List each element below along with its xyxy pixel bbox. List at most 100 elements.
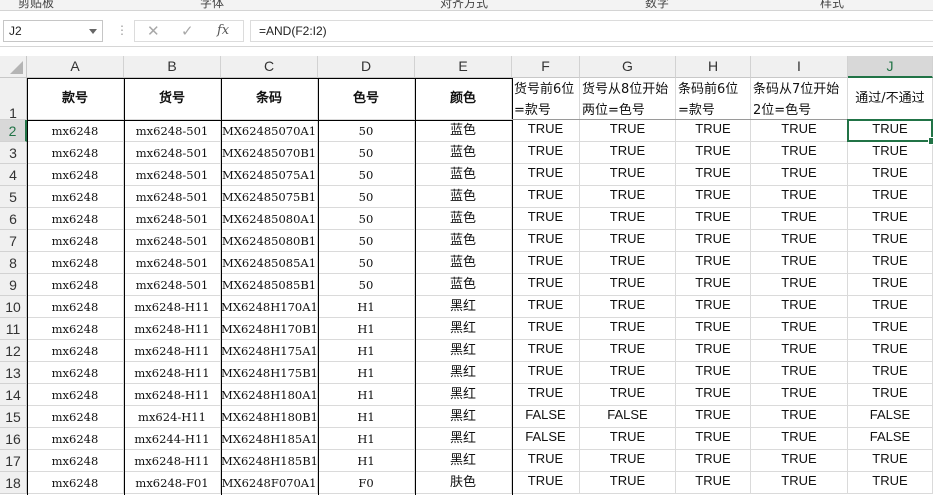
- cell-f2[interactable]: TRUE: [512, 120, 580, 142]
- cell-a8[interactable]: mx6248: [27, 252, 124, 274]
- cell-h15[interactable]: TRUE: [676, 406, 751, 428]
- chevron-down-icon[interactable]: [89, 29, 97, 34]
- cell-i13[interactable]: TRUE: [751, 362, 848, 384]
- cell-i14[interactable]: TRUE: [751, 384, 848, 406]
- formula-input[interactable]: =AND(F2:I2): [250, 20, 933, 42]
- cell-i15[interactable]: TRUE: [751, 406, 848, 428]
- cell-h3[interactable]: TRUE: [676, 142, 751, 164]
- cell-c7[interactable]: MX62485080B1: [221, 230, 318, 252]
- cell-d6[interactable]: 50: [318, 208, 415, 230]
- cell-e13[interactable]: 黑红: [415, 362, 512, 384]
- cell-b18[interactable]: mx6248-F01: [124, 472, 221, 494]
- column-header-g[interactable]: G: [580, 56, 676, 78]
- cell-c16[interactable]: MX6248H185A1: [221, 428, 318, 450]
- cell-a9[interactable]: mx6248: [27, 274, 124, 296]
- cell-i6[interactable]: TRUE: [751, 208, 848, 230]
- cell-i12[interactable]: TRUE: [751, 340, 848, 362]
- cell-e2[interactable]: 蓝色: [415, 120, 512, 142]
- header-cell-f[interactable]: 货号前6位=款号: [512, 78, 580, 120]
- row-header-5[interactable]: 5: [0, 186, 27, 208]
- cell-f5[interactable]: TRUE: [512, 186, 580, 208]
- cell-b11[interactable]: mx6248-H11: [124, 318, 221, 340]
- header-cell-i[interactable]: 条码从7位开始2位=色号: [751, 78, 848, 120]
- cell-d8[interactable]: 50: [318, 252, 415, 274]
- cell-e10[interactable]: 黑红: [415, 296, 512, 318]
- cell-i10[interactable]: TRUE: [751, 296, 848, 318]
- cell-d4[interactable]: 50: [318, 164, 415, 186]
- cell-i4[interactable]: TRUE: [751, 164, 848, 186]
- row-header-18[interactable]: 18: [0, 472, 27, 494]
- cell-d15[interactable]: H1: [318, 406, 415, 428]
- cell-g11[interactable]: TRUE: [580, 318, 676, 340]
- cell-j5[interactable]: TRUE: [848, 186, 933, 208]
- cell-e4[interactable]: 蓝色: [415, 164, 512, 186]
- cell-h11[interactable]: TRUE: [676, 318, 751, 340]
- cell-j3[interactable]: TRUE: [848, 142, 933, 164]
- column-header-b[interactable]: B: [124, 56, 221, 78]
- cell-h18[interactable]: TRUE: [676, 472, 751, 494]
- cell-j4[interactable]: TRUE: [848, 164, 933, 186]
- cell-b15[interactable]: mx624-H11: [124, 406, 221, 428]
- cell-d14[interactable]: H1: [318, 384, 415, 406]
- cell-j17[interactable]: TRUE: [848, 450, 933, 472]
- cell-b8[interactable]: mx6248-501: [124, 252, 221, 274]
- cell-j12[interactable]: TRUE: [848, 340, 933, 362]
- cell-a16[interactable]: mx6248: [27, 428, 124, 450]
- cell-e8[interactable]: 蓝色: [415, 252, 512, 274]
- cell-j11[interactable]: TRUE: [848, 318, 933, 340]
- cell-c6[interactable]: MX62485080A1: [221, 208, 318, 230]
- column-header-j[interactable]: J: [848, 56, 933, 78]
- cell-g6[interactable]: TRUE: [580, 208, 676, 230]
- cell-e14[interactable]: 黑红: [415, 384, 512, 406]
- select-all-button[interactable]: [0, 56, 27, 78]
- cell-d10[interactable]: H1: [318, 296, 415, 318]
- row-header-4[interactable]: 4: [0, 164, 27, 186]
- cell-c12[interactable]: MX6248H175A1: [221, 340, 318, 362]
- cell-j8[interactable]: TRUE: [848, 252, 933, 274]
- cell-j15[interactable]: FALSE: [848, 406, 933, 428]
- cell-d12[interactable]: H1: [318, 340, 415, 362]
- cell-f9[interactable]: TRUE: [512, 274, 580, 296]
- cell-h4[interactable]: TRUE: [676, 164, 751, 186]
- cell-g13[interactable]: TRUE: [580, 362, 676, 384]
- cell-g7[interactable]: TRUE: [580, 230, 676, 252]
- cell-g9[interactable]: TRUE: [580, 274, 676, 296]
- cell-h9[interactable]: TRUE: [676, 274, 751, 296]
- cell-d2[interactable]: 50: [318, 120, 415, 142]
- cell-e15[interactable]: 黑红: [415, 406, 512, 428]
- cell-c18[interactable]: MX6248F070A1: [221, 472, 318, 494]
- cell-c11[interactable]: MX6248H170B1: [221, 318, 318, 340]
- cell-e18[interactable]: 肤色: [415, 472, 512, 494]
- cell-c9[interactable]: MX62485085B1: [221, 274, 318, 296]
- cell-h14[interactable]: TRUE: [676, 384, 751, 406]
- row-header-14[interactable]: 14: [0, 384, 27, 406]
- header-cell-a[interactable]: 款号: [27, 78, 124, 120]
- cell-f12[interactable]: TRUE: [512, 340, 580, 362]
- column-header-f[interactable]: F: [512, 56, 580, 78]
- cell-d13[interactable]: H1: [318, 362, 415, 384]
- cell-f11[interactable]: TRUE: [512, 318, 580, 340]
- cell-h12[interactable]: TRUE: [676, 340, 751, 362]
- cell-d17[interactable]: H1: [318, 450, 415, 472]
- cell-b12[interactable]: mx6248-H11: [124, 340, 221, 362]
- cell-j13[interactable]: TRUE: [848, 362, 933, 384]
- cell-e7[interactable]: 蓝色: [415, 230, 512, 252]
- cell-d5[interactable]: 50: [318, 186, 415, 208]
- cell-i3[interactable]: TRUE: [751, 142, 848, 164]
- cell-h13[interactable]: TRUE: [676, 362, 751, 384]
- header-cell-h[interactable]: 条码前6位=款号: [676, 78, 751, 120]
- cell-b2[interactable]: mx6248-501: [124, 120, 221, 142]
- cell-f6[interactable]: TRUE: [512, 208, 580, 230]
- row-header-8[interactable]: 8: [0, 252, 27, 274]
- header-cell-d[interactable]: 色号: [318, 78, 415, 120]
- row-header-7[interactable]: 7: [0, 230, 27, 252]
- cell-g5[interactable]: TRUE: [580, 186, 676, 208]
- cell-a15[interactable]: mx6248: [27, 406, 124, 428]
- cell-h7[interactable]: TRUE: [676, 230, 751, 252]
- cell-b16[interactable]: mx6244-H11: [124, 428, 221, 450]
- cell-g2[interactable]: TRUE: [580, 120, 676, 142]
- cell-f14[interactable]: TRUE: [512, 384, 580, 406]
- cell-f13[interactable]: TRUE: [512, 362, 580, 384]
- cell-b10[interactable]: mx6248-H11: [124, 296, 221, 318]
- cell-a5[interactable]: mx6248: [27, 186, 124, 208]
